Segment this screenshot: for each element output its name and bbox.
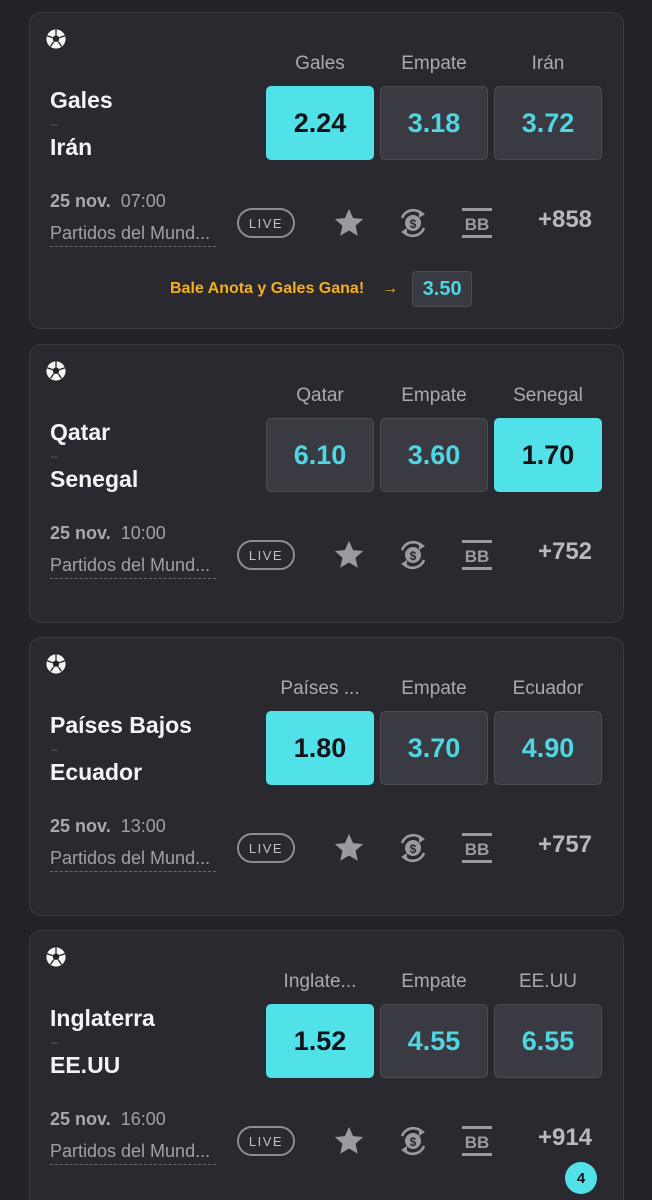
home-team: Gales	[50, 87, 113, 113]
away-team: EE.UU	[50, 1052, 121, 1078]
match-date: 25 nov.	[50, 191, 111, 211]
odd-label-home: Países ...	[280, 678, 360, 699]
odd-button-away[interactable]: 4.90	[494, 711, 602, 785]
away-team: Irán	[50, 134, 93, 160]
odd-button-draw[interactable]: 3.18	[380, 86, 488, 160]
promo-odd-button[interactable]: 3.50	[412, 271, 473, 307]
league-link[interactable]: Partidos del Mund...	[50, 555, 216, 579]
league-link[interactable]: Partidos del Mund...	[50, 848, 216, 872]
odd-label-home: Inglate...	[283, 971, 357, 992]
match-time: 13:00	[120, 816, 166, 836]
soccer-ball-icon	[45, 653, 67, 675]
odd-button-draw[interactable]: 3.70	[380, 711, 488, 785]
odd-button-home[interactable]: 6.10	[266, 418, 374, 492]
away-team: Ecuador	[50, 759, 143, 785]
match-time: 07:00	[120, 191, 166, 211]
match-card[interactable]: Inglaterra – EE.UU Inglate... Empate EE.…	[29, 930, 624, 1200]
team-separator: –	[51, 449, 58, 463]
odd-button-home[interactable]: 2.24	[266, 86, 374, 160]
odd-label-away: Irán	[531, 53, 565, 74]
odd-button-home[interactable]: 1.52	[266, 1004, 374, 1078]
svg-text:BB: BB	[465, 215, 490, 234]
match-card[interactable]: Qatar – Senegal Qatar Empate Senegal 6.1…	[29, 344, 624, 623]
odd-button-away[interactable]: 6.55	[494, 1004, 602, 1078]
home-team: Países Bajos	[50, 712, 192, 738]
league-link[interactable]: Partidos del Mund...	[50, 223, 216, 247]
home-team: Inglaterra	[50, 1005, 155, 1031]
match-time: 10:00	[120, 523, 166, 543]
svg-text:BB: BB	[465, 840, 490, 859]
live-button[interactable]: LIVE	[237, 208, 295, 238]
svg-text:$: $	[410, 549, 417, 563]
star-icon[interactable]	[324, 530, 374, 580]
odd-button-draw[interactable]: 4.55	[380, 1004, 488, 1078]
bet-builder-icon[interactable]: BB	[452, 198, 502, 248]
svg-text:BB: BB	[465, 547, 490, 566]
star-icon[interactable]	[324, 1116, 374, 1166]
star-icon[interactable]	[324, 823, 374, 873]
svg-text:$: $	[410, 842, 417, 856]
odd-label-draw: Empate	[401, 385, 467, 406]
live-button[interactable]: LIVE	[237, 540, 295, 570]
team-separator: –	[51, 1035, 58, 1049]
match-date: 25 nov.	[50, 816, 111, 836]
star-icon[interactable]	[324, 198, 374, 248]
match-date: 25 nov.	[50, 1109, 111, 1129]
match-datetime: 25 nov. 13:00	[50, 814, 220, 838]
cashout-icon[interactable]: $	[388, 823, 438, 873]
match-datetime: 25 nov. 07:00	[50, 189, 220, 213]
odd-label-away: Ecuador	[512, 678, 584, 699]
odd-button-draw[interactable]: 3.60	[380, 418, 488, 492]
odd-label-away: Senegal	[513, 385, 583, 406]
match-time: 16:00	[120, 1109, 166, 1129]
soccer-ball-icon	[45, 946, 67, 968]
odd-label-draw: Empate	[401, 678, 467, 699]
league-link[interactable]: Partidos del Mund...	[50, 1141, 216, 1165]
bet-builder-icon[interactable]: BB	[452, 823, 502, 873]
odd-button-away[interactable]: 3.72	[494, 86, 602, 160]
bet-builder-icon[interactable]: BB	[452, 530, 502, 580]
cashout-icon[interactable]: $	[388, 198, 438, 248]
home-team: Qatar	[50, 419, 111, 445]
match-card[interactable]: Países Bajos – Ecuador Países ... Empate…	[29, 637, 624, 916]
match-datetime: 25 nov. 16:00	[50, 1107, 220, 1131]
odd-label-draw: Empate	[401, 971, 467, 992]
bet-builder-icon[interactable]: BB	[452, 1116, 502, 1166]
svg-text:$: $	[410, 217, 417, 231]
svg-text:BB: BB	[465, 1133, 490, 1152]
team-separator: –	[51, 742, 58, 756]
match-date: 25 nov.	[50, 523, 111, 543]
promo-bet[interactable]: Bale Anota y Gales Gana! → 3.50	[170, 271, 473, 307]
live-button[interactable]: LIVE	[237, 1126, 295, 1156]
arrow-right-icon: →	[382, 280, 399, 297]
svg-text:$: $	[410, 1135, 417, 1149]
more-markets-button[interactable]: +914	[518, 1124, 612, 1152]
betslip-count-badge[interactable]: 4	[565, 1162, 597, 1194]
match-datetime: 25 nov. 10:00	[50, 521, 220, 545]
odd-label-draw: Empate	[401, 53, 467, 74]
odd-label-home: Gales	[295, 53, 345, 74]
odd-button-away[interactable]: 1.70	[494, 418, 602, 492]
team-separator: –	[51, 117, 58, 131]
away-team: Senegal	[50, 466, 139, 492]
more-markets-button[interactable]: +752	[518, 538, 612, 566]
more-markets-button[interactable]: +757	[518, 831, 612, 859]
match-card[interactable]: Gales – Irán Gales Empate Irán 2.24 3.18…	[29, 12, 624, 329]
odd-button-home[interactable]: 1.80	[266, 711, 374, 785]
soccer-ball-icon	[45, 360, 67, 382]
more-markets-button[interactable]: +858	[518, 206, 612, 234]
live-button[interactable]: LIVE	[237, 833, 295, 863]
cashout-icon[interactable]: $	[388, 1116, 438, 1166]
soccer-ball-icon	[45, 28, 67, 50]
odd-label-away: EE.UU	[518, 971, 578, 992]
promo-text: Bale Anota y Gales Gana!	[170, 280, 365, 297]
cashout-icon[interactable]: $	[388, 530, 438, 580]
odd-label-home: Qatar	[296, 385, 344, 406]
